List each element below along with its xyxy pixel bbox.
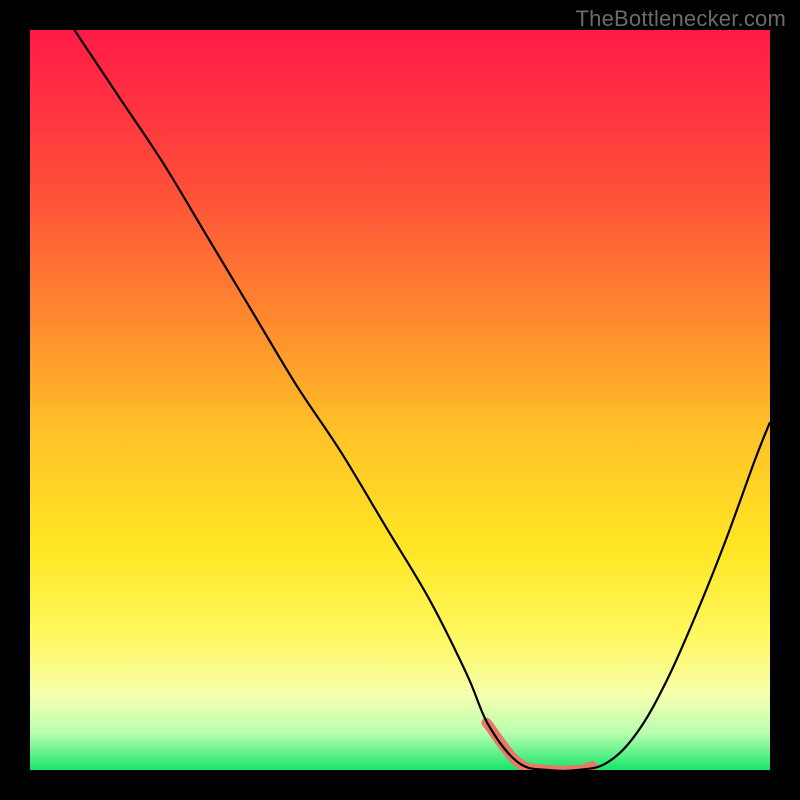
bottleneck-chart — [30, 30, 770, 770]
chart-canvas — [30, 30, 770, 770]
watermark-text: TheBottlenecker.com — [576, 6, 786, 32]
gradient-background — [30, 30, 770, 770]
